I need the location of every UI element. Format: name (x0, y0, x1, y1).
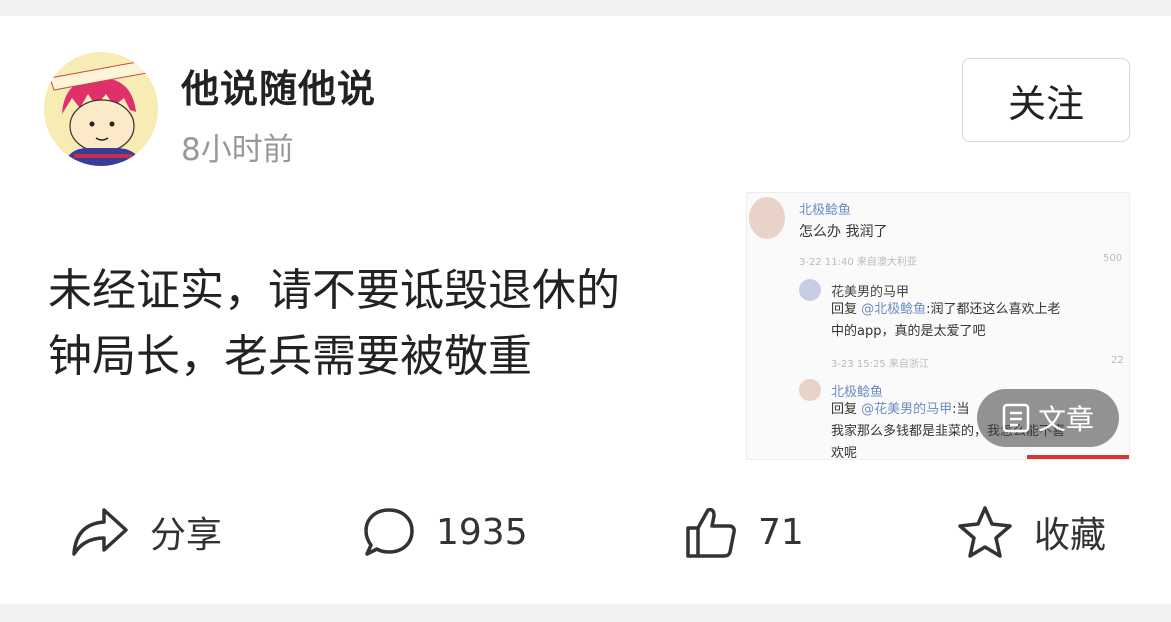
reply-text: :润了都还这么喜欢上老 (926, 302, 1061, 317)
reply-mention: @花美男的马甲 (861, 402, 953, 417)
document-icon (1002, 403, 1030, 433)
commenter-avatar (749, 197, 785, 239)
comment-button[interactable]: 1935 (362, 500, 528, 564)
comment-text: 怎么办 我润了 (799, 224, 888, 240)
comment-meta: 3-22 11:40 来自澳大利亚 (799, 257, 917, 268)
commenter-name: 花美男的马甲 (831, 285, 910, 300)
reply-prefix: 回复 (831, 302, 858, 317)
reply-text: 中的app，真的是太爱了吧 (831, 324, 986, 339)
comment-meta: 3-23 15:25 来自浙江 (831, 359, 929, 370)
top-separator (0, 0, 1171, 16)
comment-icon (364, 508, 414, 556)
commenter-name: 北极鲶鱼 (831, 385, 884, 400)
comment-likes: 22 (1111, 355, 1124, 366)
comment-count: 1935 (436, 511, 528, 553)
favorite-label: 收藏 (1034, 515, 1107, 556)
follow-button[interactable]: 关注 (962, 58, 1130, 142)
post-content[interactable]: 未经证实，请不要诋毁退休的 钟局长，老兵需要被敬重 (48, 258, 728, 390)
reply-prefix: 回复 (831, 402, 858, 417)
accent-stripe (1027, 455, 1129, 459)
commenter-avatar (799, 379, 821, 401)
bottom-separator (0, 604, 1171, 622)
reply-mention: @北极鲶鱼 (861, 302, 927, 317)
article-badge-label: 文章 (1037, 403, 1094, 436)
avatar[interactable] (44, 52, 158, 166)
author-name[interactable]: 他说随他说 (181, 58, 376, 113)
post-content-line: 钟局长，老兵需要被敬重 (48, 331, 532, 382)
star-icon (958, 506, 1012, 558)
article-badge[interactable]: 文章 (977, 389, 1119, 447)
share-icon (72, 508, 128, 556)
reply-text: 欢呢 (831, 446, 858, 460)
like-button[interactable]: 71 (682, 500, 804, 564)
commenter-name: 北极鲶鱼 (799, 203, 852, 218)
share-label: 分享 (150, 515, 223, 556)
post-time: 8小时前 (181, 132, 294, 168)
thumbs-up-icon (686, 507, 736, 558)
comment-likes: 500 (1103, 253, 1123, 264)
share-button[interactable]: 分享 (70, 500, 222, 564)
favorite-button[interactable]: 收藏 (956, 500, 1106, 564)
avatar-illustration (44, 52, 158, 166)
article-thumbnail[interactable]: 北极鲶鱼 怎么办 我润了 3-22 11:40 来自澳大利亚 500 花美男的马… (746, 192, 1130, 460)
commenter-avatar (799, 279, 821, 301)
post-content-line: 未经证实，请不要诋毁退休的 (48, 265, 620, 316)
reply-text: :当 (952, 402, 970, 417)
comment-reply: 回复 @北极鲶鱼:润了都还这么喜欢上老 中的app，真的是太爱了吧 (831, 299, 1129, 343)
like-count: 71 (758, 511, 804, 553)
